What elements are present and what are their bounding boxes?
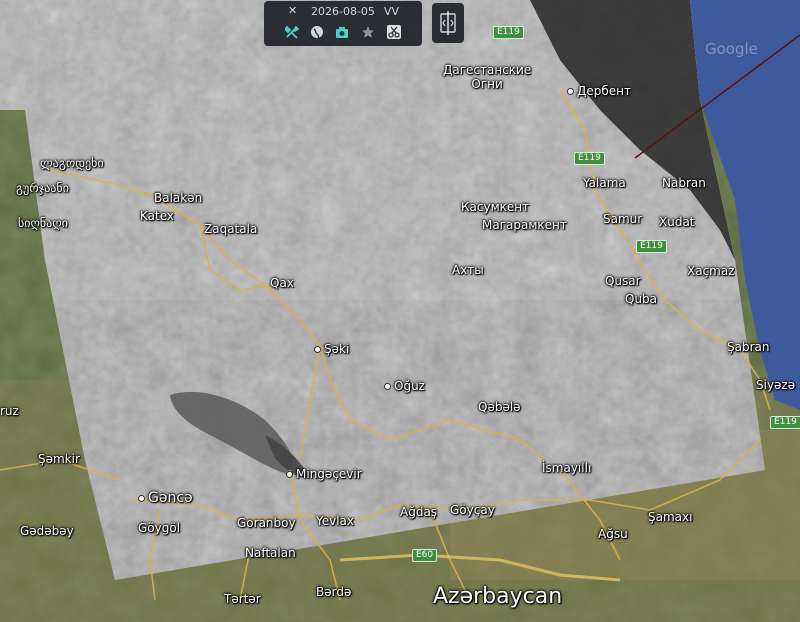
label-kasumkent: Касумкент bbox=[461, 200, 530, 214]
google-watermark: Google bbox=[705, 40, 758, 58]
label-terter: Tərtər bbox=[224, 592, 261, 606]
label-ganca: Gəncə bbox=[138, 491, 193, 505]
label-akhty: Ахты bbox=[452, 263, 484, 277]
label-seki: Şəki bbox=[314, 342, 349, 356]
label-agdas: Ağdaş bbox=[400, 505, 438, 519]
label-signagi: სიღნაღი bbox=[18, 216, 68, 230]
label-mingecevir: Mingəçevir bbox=[286, 467, 362, 481]
road-shield-e60: E60 bbox=[412, 549, 438, 562]
camera-icon[interactable] bbox=[333, 23, 351, 41]
label-gedebey: Gədəbəy bbox=[20, 524, 74, 538]
label-oguz: Oğuz bbox=[384, 379, 425, 393]
label-goygol: Göygöl bbox=[138, 521, 181, 535]
polarization-mode: VV bbox=[384, 5, 400, 18]
road-shield-e119: E119 bbox=[574, 152, 605, 165]
split-view-button[interactable] bbox=[432, 3, 464, 43]
label-quba: Quba bbox=[625, 292, 658, 306]
label-zaqatala: Zaqatala bbox=[204, 222, 258, 236]
label-goranboy: Goranboy bbox=[237, 516, 296, 530]
label-naftalan: Naftalan bbox=[245, 546, 296, 560]
label-gurjaani: გურჯაანი bbox=[16, 181, 69, 195]
label-derbent: Дербент bbox=[567, 84, 631, 98]
label-ruz: ruz bbox=[0, 404, 19, 418]
label-balaken: Balakən bbox=[154, 191, 203, 205]
label-qebele: Qəbələ bbox=[478, 400, 521, 414]
star-icon[interactable] bbox=[359, 23, 377, 41]
label-xudat: Xudat bbox=[659, 215, 695, 229]
label-xacmaz: Xaçmaz bbox=[687, 264, 735, 278]
road-shield-e119: E119 bbox=[770, 416, 800, 429]
label-magaramkent: Магарамкент bbox=[482, 218, 567, 232]
label-nabran: Nabran bbox=[662, 176, 706, 190]
label-qax: Qax bbox=[270, 276, 294, 290]
tools-icon[interactable] bbox=[283, 23, 301, 41]
label-berde: Bərdə bbox=[316, 585, 352, 599]
label-sabran: Şabran bbox=[727, 340, 770, 354]
label-lagodekhi: ლაგოდეხი bbox=[40, 156, 104, 170]
label-siyezen: Siyəzə bbox=[756, 378, 796, 392]
imagery-toolbar: ✕ 2026-08-05 VV bbox=[264, 1, 422, 46]
split-view-icon bbox=[440, 11, 456, 35]
close-icon[interactable]: ✕ bbox=[288, 4, 297, 17]
label-samaxi: Şamaxı bbox=[648, 510, 693, 524]
label-katex: Katex bbox=[140, 209, 174, 223]
scissors-icon[interactable] bbox=[385, 23, 403, 41]
label-goycay: Göyçay bbox=[450, 503, 495, 517]
label-samur: Samur bbox=[603, 212, 643, 226]
acquisition-date: 2026-08-05 bbox=[311, 5, 375, 18]
label-dagestanskie-ogni: Дагестанские Огни bbox=[443, 63, 532, 91]
road-shield-e119: E119 bbox=[493, 26, 524, 39]
label-semkir: Şəmkir bbox=[38, 452, 80, 466]
label-agsu: Ağsu bbox=[598, 527, 628, 541]
label-yalama: Yalama bbox=[583, 176, 626, 190]
label-azerbaycan: Azərbaycan bbox=[433, 584, 563, 609]
label-ismayilli: İsmayıllı bbox=[542, 461, 592, 475]
road-shield-e119: E119 bbox=[636, 240, 667, 253]
globe-icon[interactable] bbox=[308, 23, 326, 41]
satellite-map[interactable] bbox=[0, 0, 800, 622]
label-yevlax: Yevlax bbox=[316, 514, 355, 528]
label-qusar: Qusar bbox=[605, 274, 641, 288]
